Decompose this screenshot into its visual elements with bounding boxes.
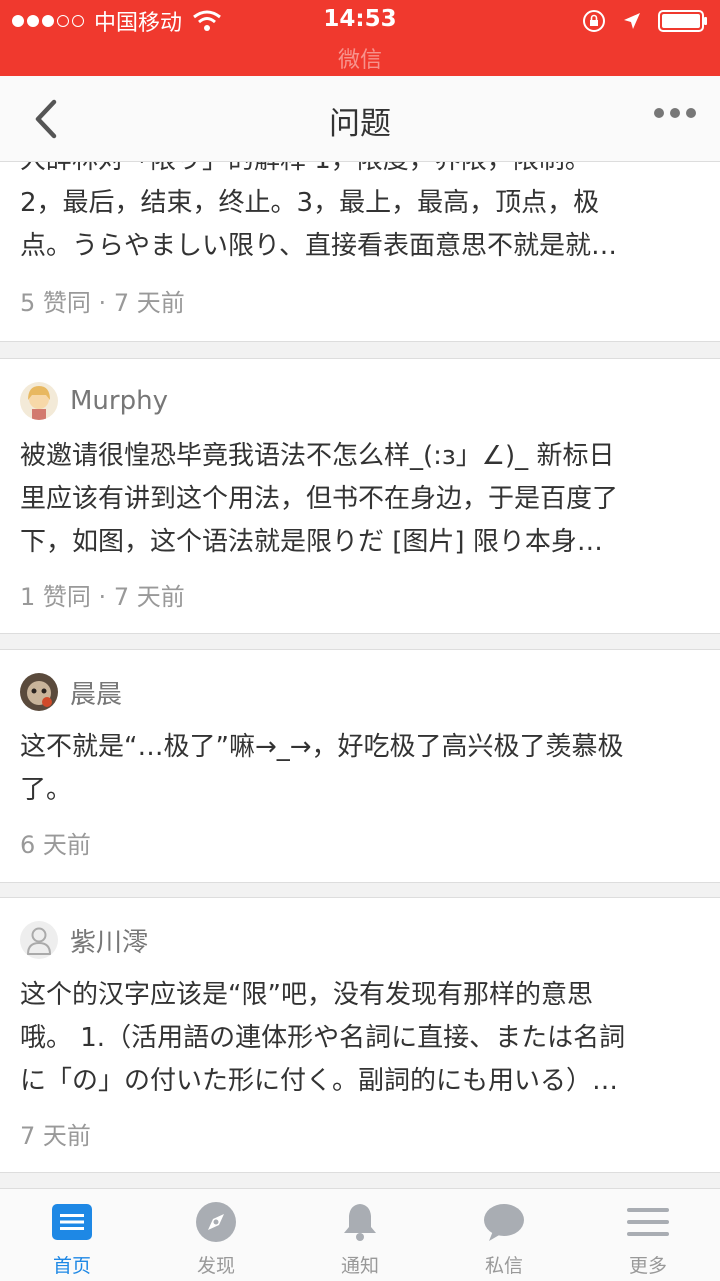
answer-meta: 7 天前 (20, 1116, 91, 1151)
answer-excerpt-line: 这个的汉字应该是“限”吧，没有发现有那样的意思 (20, 980, 593, 1010)
compass-icon (196, 1202, 236, 1242)
battery-icon (658, 10, 707, 32)
menu-lines-icon (627, 1208, 669, 1236)
answer-excerpt-line: 这不就是“…极了”嘛→_→，好吃极了高兴极了羡慕极 (20, 732, 624, 762)
page-title: 问题 (329, 106, 391, 142)
tab-discover[interactable]: 发现 (144, 1189, 288, 1281)
bell-icon (344, 1204, 376, 1241)
vote-count: 1 赞同 (20, 583, 91, 611)
tab-label: 更多 (628, 1255, 667, 1277)
answer-time: 7 天前 (113, 289, 185, 317)
answer-excerpt-line: 被邀请很惶恐毕竟我语法不怎么样_(:з」∠)_ 新标日 (20, 441, 615, 471)
tab-label: 私信 (484, 1255, 523, 1277)
tab-notifications[interactable]: 通知 (288, 1189, 432, 1281)
answer-excerpt-line: に「の」の付いた形に付く。副詞的にも用いる）… (20, 1066, 619, 1096)
avatar (20, 673, 58, 711)
answer-card[interactable]: 大辞林对「限り」的解释 1，限度，界限，限制。 2，最后，结束，终止。3，最上，… (0, 162, 720, 342)
answer-author[interactable]: Murphy (20, 382, 168, 420)
author-name: Murphy (70, 386, 168, 416)
answer-card[interactable]: Murphy 被邀请很惶恐毕竟我语法不怎么样_(:з」∠)_ 新标日 里应该有讲… (0, 358, 720, 634)
answer-excerpt-line: 下，如图，这个语法就是限りだ [图片] 限り本身… (20, 527, 603, 557)
chat-bubble-icon (484, 1204, 524, 1241)
answer-excerpt-line: 了。 (20, 775, 73, 805)
home-feed-icon (52, 1204, 92, 1240)
author-name: 紫川澪 (70, 927, 149, 958)
answer-author[interactable]: 紫川澪 (20, 921, 148, 959)
answer-time: 7 天前 (20, 1122, 91, 1150)
avatar (20, 382, 58, 420)
tab-label: 首页 (52, 1255, 91, 1277)
meta-separator: · (98, 289, 114, 317)
vote-count: 5 赞同 (20, 289, 91, 317)
author-name: 晨晨 (70, 679, 123, 710)
answer-card[interactable]: 紫川澪 这个的汉字应该是“限”吧，没有发现有那样的意思 哦。 1.（活用語の連体… (0, 897, 720, 1173)
tab-label: 发现 (196, 1255, 235, 1277)
status-right (582, 8, 708, 34)
answer-excerpt-line: 2，最后，结束，终止。3，最上，最高，顶点，极 (20, 188, 600, 218)
tab-bar: 首页 发现 通知 私信 更多 (0, 1188, 720, 1281)
answer-list[interactable]: 大辞林对「限り」的解释 1，限度，界限，限制。 2，最后，结束，终止。3，最上，… (0, 162, 720, 1188)
tab-label: 通知 (340, 1255, 379, 1277)
answer-meta: 1 赞同 · 7 天前 (20, 577, 185, 612)
status-subtitle: 微信 (337, 48, 382, 73)
answer-meta: 5 赞同 · 7 天前 (20, 283, 185, 318)
answer-meta: 6 天前 (20, 825, 91, 860)
answer-excerpt-line: 点。うらやましい限り、直接看表面意思不就是就… (20, 231, 617, 261)
tab-messages[interactable]: 私信 (432, 1189, 576, 1281)
location-arrow-icon (624, 13, 640, 29)
orientation-lock-icon (583, 10, 605, 32)
meta-separator: · (98, 583, 114, 611)
answer-excerpt-line: 哦。 1.（活用語の連体形や名詞に直接、または名詞 (20, 1023, 626, 1053)
avatar (20, 921, 58, 959)
answer-time: 7 天前 (113, 583, 185, 611)
tab-more[interactable]: 更多 (576, 1189, 720, 1281)
answer-card[interactable]: 晨晨 这不就是“…极了”嘛→_→，好吃极了高兴极了羡慕极 了。 6 天前 (0, 649, 720, 883)
more-dots-icon[interactable] (654, 108, 696, 118)
nav-bar: 问题 (0, 76, 720, 162)
answer-partial-line: 大辞林对「限り」的解释 1，限度，界限，限制。 (20, 162, 700, 182)
tab-home[interactable]: 首页 (0, 1189, 144, 1281)
status-bar: 中国移动 14:53 微信 (0, 0, 720, 76)
answer-excerpt-line: 里应该有讲到这个用法，但书不在身边，于是百度了 (20, 484, 619, 514)
answer-author[interactable]: 晨晨 (20, 673, 122, 711)
answer-time: 6 天前 (20, 831, 91, 859)
